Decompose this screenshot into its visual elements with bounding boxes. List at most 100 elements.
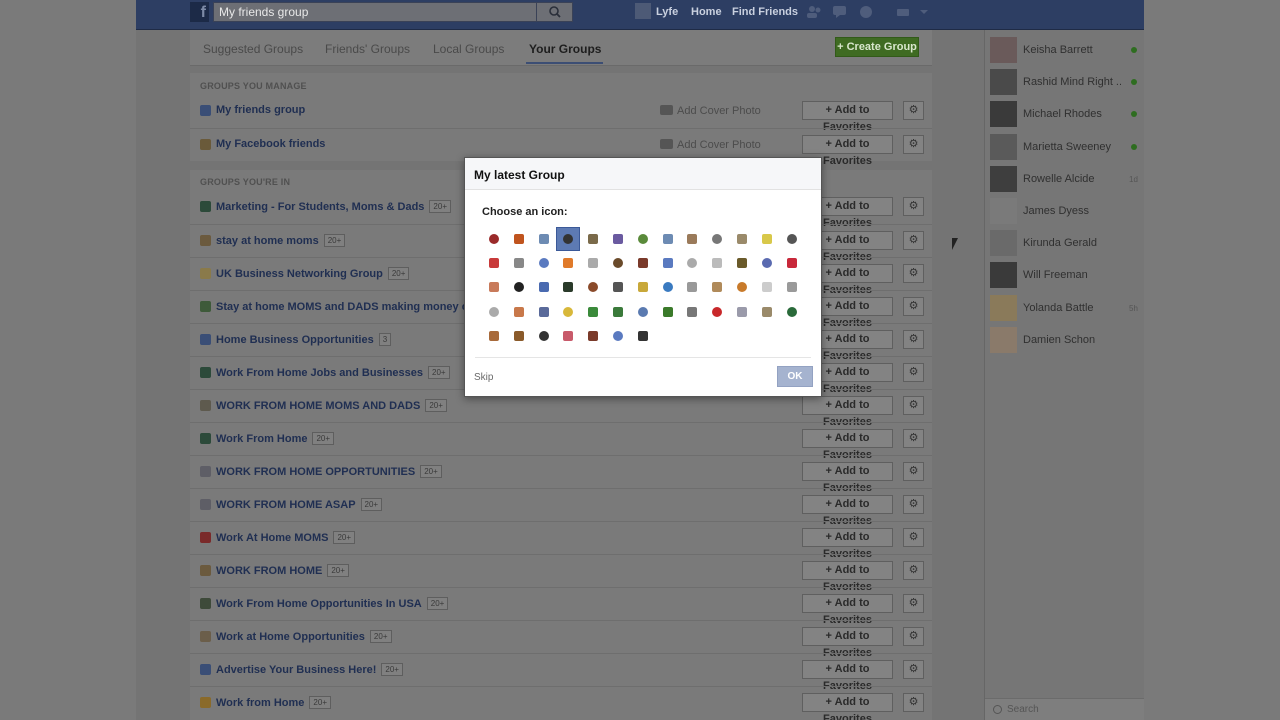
group-settings-gear-icon[interactable]: ⚙ <box>903 297 924 316</box>
group-icon-option[interactable] <box>631 324 655 348</box>
add-to-favorites-button[interactable]: + Add to Favorites <box>802 396 893 428</box>
group-icon-option[interactable] <box>482 227 506 251</box>
group-icon-option[interactable] <box>606 275 630 299</box>
notifications-globe-icon[interactable] <box>858 5 874 19</box>
tab-suggested-groups[interactable]: Suggested Groups <box>203 42 303 56</box>
chat-friend-item[interactable]: Michael Rhodes <box>990 101 1140 128</box>
group-icon-option[interactable] <box>482 300 506 324</box>
group-settings-gear-icon[interactable]: ⚙ <box>903 197 924 216</box>
group-name-link[interactable]: WORK FROM HOME ASAP 20+ <box>216 498 383 511</box>
group-icon-option[interactable] <box>606 251 630 275</box>
group-settings-gear-icon[interactable]: ⚙ <box>903 495 924 514</box>
group-icon-option[interactable] <box>507 300 531 324</box>
group-icon-option[interactable] <box>581 275 605 299</box>
group-icon-option[interactable] <box>656 300 680 324</box>
group-settings-gear-icon[interactable]: ⚙ <box>903 396 924 415</box>
group-icon-option[interactable] <box>532 275 556 299</box>
tab-friends-groups[interactable]: Friends' Groups <box>325 42 410 56</box>
group-icon-option[interactable] <box>680 275 704 299</box>
group-icon-option[interactable] <box>705 300 729 324</box>
group-icon-option[interactable] <box>680 227 704 251</box>
group-icon-option[interactable] <box>631 300 655 324</box>
add-cover-photo-link[interactable]: Add Cover Photo <box>660 105 761 117</box>
chat-friend-item[interactable]: Will Freeman <box>990 262 1140 289</box>
chat-search-bar[interactable]: Search <box>985 698 1144 720</box>
group-icon-option[interactable] <box>482 275 506 299</box>
group-icon-option[interactable] <box>556 300 580 324</box>
search-input[interactable]: My friends group <box>213 2 537 22</box>
group-settings-gear-icon[interactable]: ⚙ <box>903 561 924 580</box>
group-name-link[interactable]: My friends group <box>216 104 305 116</box>
group-settings-gear-icon[interactable]: ⚙ <box>903 660 924 679</box>
group-icon-option[interactable] <box>780 227 804 251</box>
add-to-favorites-button[interactable]: + Add to Favorites <box>802 101 893 133</box>
group-icon-option[interactable] <box>606 324 630 348</box>
group-icon-option[interactable] <box>631 227 655 251</box>
group-icon-option[interactable] <box>556 251 580 275</box>
skip-link[interactable]: Skip <box>474 372 493 383</box>
tab-local-groups[interactable]: Local Groups <box>433 42 504 56</box>
add-to-favorites-button[interactable]: + Add to Favorites <box>802 561 893 593</box>
chat-friend-item[interactable]: Marietta Sweeney <box>990 133 1140 160</box>
group-settings-gear-icon[interactable]: ⚙ <box>903 528 924 547</box>
group-name-link[interactable]: Marketing - For Students, Moms & Dads 20+ <box>216 200 451 213</box>
group-icon-option[interactable] <box>656 275 680 299</box>
chevron-down-icon[interactable] <box>916 5 932 19</box>
group-name-link[interactable]: Work At Home MOMS 20+ <box>216 531 356 544</box>
add-to-favorites-button[interactable]: + Add to Favorites <box>802 660 893 692</box>
nav-user-link[interactable]: Lyfe <box>656 6 678 18</box>
group-settings-gear-icon[interactable]: ⚙ <box>903 330 924 349</box>
settings-gear-icon[interactable] <box>896 5 912 19</box>
group-icon-option[interactable] <box>755 227 779 251</box>
group-icon-option[interactable] <box>581 227 605 251</box>
chat-friend-item[interactable]: Yolanda Battle 5h <box>990 294 1140 321</box>
create-group-button[interactable]: + Create Group <box>835 37 919 57</box>
group-icon-option[interactable] <box>606 300 630 324</box>
group-icon-option[interactable] <box>755 300 779 324</box>
group-name-link[interactable]: Advertise Your Business Here! 20+ <box>216 663 403 676</box>
add-to-favorites-button[interactable]: + Add to Favorites <box>802 429 893 461</box>
user-avatar[interactable] <box>635 3 651 19</box>
messages-icon[interactable] <box>832 5 848 19</box>
group-icon-option[interactable] <box>656 251 680 275</box>
group-icon-option[interactable] <box>780 300 804 324</box>
group-icon-option[interactable] <box>705 275 729 299</box>
group-icon-option[interactable] <box>705 227 729 251</box>
group-settings-gear-icon[interactable]: ⚙ <box>903 693 924 712</box>
chat-friend-item[interactable]: James Dyess <box>990 198 1140 224</box>
add-to-favorites-button[interactable]: + Add to Favorites <box>802 627 893 659</box>
add-to-favorites-button[interactable]: + Add to Favorites <box>802 495 893 527</box>
group-icon-option[interactable] <box>532 251 556 275</box>
group-settings-gear-icon[interactable]: ⚙ <box>903 594 924 613</box>
group-name-link[interactable]: WORK FROM HOME 20+ <box>216 564 349 577</box>
group-icon-option[interactable] <box>780 251 804 275</box>
ok-button[interactable]: OK <box>777 366 813 387</box>
group-icon-option[interactable] <box>482 251 506 275</box>
group-name-link[interactable]: stay at home moms 20+ <box>216 234 346 247</box>
group-icon-option[interactable] <box>507 227 531 251</box>
add-to-favorites-button[interactable]: + Add to Favorites <box>802 693 893 720</box>
group-settings-gear-icon[interactable]: ⚙ <box>903 101 924 120</box>
search-button[interactable] <box>537 2 573 22</box>
tab-your-groups[interactable]: Your Groups <box>529 42 601 56</box>
group-settings-gear-icon[interactable]: ⚙ <box>903 135 924 154</box>
group-name-link[interactable]: Home Business Opportunities 3 <box>216 333 392 346</box>
group-name-link[interactable]: WORK FROM HOME OPPORTUNITIES 20+ <box>216 465 442 478</box>
chat-friend-item[interactable]: Kirunda Gerald <box>990 230 1140 257</box>
group-settings-gear-icon[interactable]: ⚙ <box>903 363 924 382</box>
group-icon-option[interactable] <box>631 251 655 275</box>
group-name-link[interactable]: Work From Home Jobs and Businesses 20+ <box>216 366 450 379</box>
chat-friend-item[interactable]: Keisha Barrett <box>990 37 1140 63</box>
chat-friend-item[interactable]: Damien Schon <box>990 326 1140 353</box>
group-icon-option[interactable] <box>581 251 605 275</box>
group-settings-gear-icon[interactable]: ⚙ <box>903 429 924 448</box>
group-icon-option[interactable] <box>507 251 531 275</box>
nav-home-link[interactable]: Home <box>691 6 722 18</box>
group-icon-option[interactable] <box>730 227 754 251</box>
group-icon-option[interactable] <box>606 227 630 251</box>
group-name-link[interactable]: Work From Home 20+ <box>216 432 335 445</box>
group-icon-option[interactable] <box>680 300 704 324</box>
group-settings-gear-icon[interactable]: ⚙ <box>903 627 924 646</box>
group-settings-gear-icon[interactable]: ⚙ <box>903 231 924 250</box>
add-cover-photo-link[interactable]: Add Cover Photo <box>660 139 761 151</box>
